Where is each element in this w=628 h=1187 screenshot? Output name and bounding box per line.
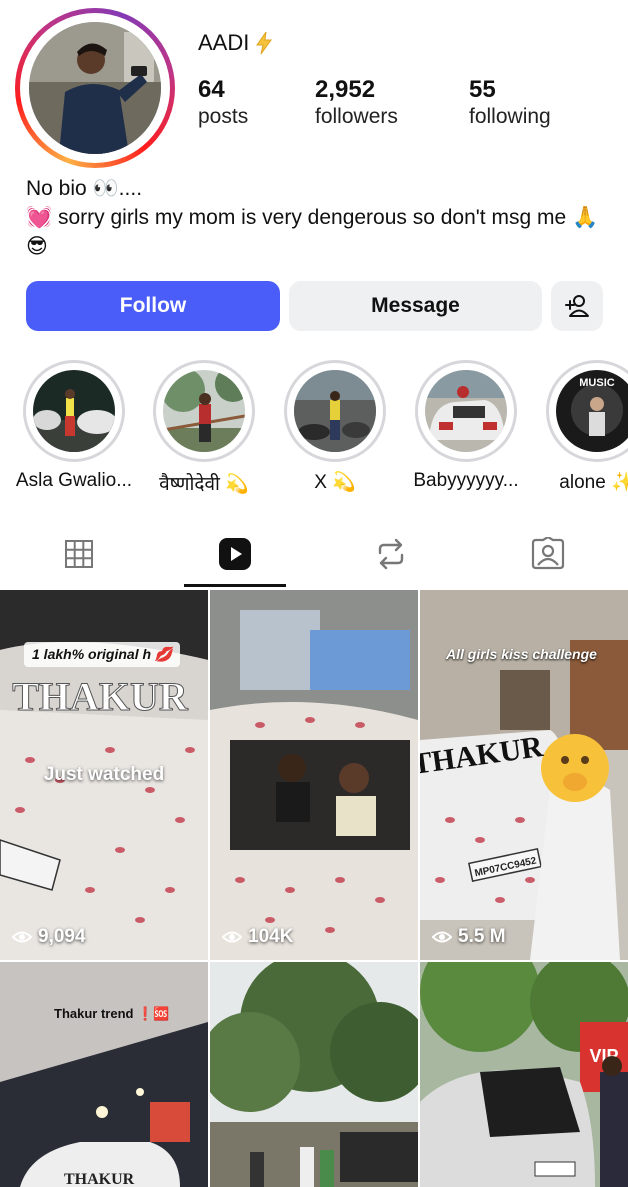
active-tab-indicator — [184, 584, 286, 587]
posts-count: 64 — [198, 76, 225, 103]
tab-tagged[interactable] — [497, 520, 599, 588]
highlight-cover — [425, 370, 507, 452]
highlight-label: X 💫 — [314, 472, 356, 493]
reel-views-count: 104K — [248, 926, 294, 947]
reel-tile[interactable]: VIP — [420, 962, 628, 1187]
avatar[interactable] — [29, 22, 161, 154]
highlight-cover — [163, 370, 245, 452]
reel-tile[interactable] — [210, 962, 418, 1187]
tab-reels[interactable] — [184, 520, 286, 588]
highlight-cover: MUSIC — [556, 370, 628, 452]
eye-icon — [432, 931, 452, 943]
avatar-photo — [29, 22, 161, 154]
reel-views-count: 5.5 M — [458, 926, 506, 947]
bio: No bio 👀.... 💓 sorry girls my mom is ver… — [26, 174, 606, 261]
bio-line-1: No bio 👀.... — [26, 177, 143, 200]
message-button[interactable]: Message — [289, 281, 542, 331]
reel-tile[interactable]: MP07CC9452 THAKUR All girls kiss challen… — [420, 590, 628, 960]
reel-overlay-text: 1 lakh% original h 💋 — [24, 642, 181, 667]
car-text: THAKUR — [12, 674, 189, 719]
reels-grid: THAKUR 1 lakh% original h 💋 Just watched… — [0, 590, 628, 1187]
following-count: 55 — [469, 76, 496, 103]
highlight-2[interactable]: वैष्णोदेवी 💫 — [144, 360, 264, 496]
stat-posts[interactable]: 64 posts — [198, 76, 248, 130]
highlight-label: वैष्णोदेवी 💫 — [159, 474, 249, 495]
reel-tile[interactable]: THAKUR Thakur trend ❗🆘 — [0, 962, 208, 1187]
username: AADI — [198, 30, 273, 56]
highlight-ring — [23, 360, 125, 462]
highlight-label: alone ✨ — [559, 472, 628, 493]
highlight-4[interactable]: Babyyyyyy... — [406, 360, 526, 492]
follow-button[interactable]: Follow — [26, 281, 280, 331]
grid-icon — [65, 540, 93, 568]
highlight-cover — [33, 370, 115, 452]
highlight-5[interactable]: MUSIC alone ✨ — [537, 360, 628, 494]
eye-icon — [222, 931, 242, 943]
stat-followers[interactable]: 2,952 followers — [315, 76, 398, 130]
highlight-ring: MUSIC — [546, 360, 628, 462]
lightning-icon — [256, 31, 273, 55]
reel-overlay-text: Thakur trend ❗🆘 — [54, 1006, 170, 1021]
reel-thumbnail: THAKUR — [0, 962, 208, 1187]
profile-avatar-ring[interactable] — [15, 8, 175, 168]
highlight-overlay-text: MUSIC — [579, 377, 615, 389]
reel-views: 9,094 — [12, 926, 86, 948]
highlight-label: Babyyyyyy... — [413, 470, 519, 491]
highlight-1[interactable]: Asla Gwalio... — [14, 360, 134, 492]
posts-label: posts — [198, 105, 249, 128]
reels-icon — [219, 538, 251, 570]
stat-following[interactable]: 55 following — [469, 76, 551, 130]
highlight-ring — [415, 360, 517, 462]
just-watched-label: Just watched — [43, 764, 165, 785]
highlight-cover — [294, 370, 376, 452]
followers-label: followers — [315, 105, 398, 128]
profile-tabs — [0, 520, 628, 588]
highlight-ring — [153, 360, 255, 462]
reposts-icon — [378, 538, 404, 570]
reel-tile[interactable]: 104K — [210, 590, 418, 960]
person-add-icon — [565, 295, 589, 317]
highlight-label: Asla Gwalio... — [15, 470, 133, 491]
tab-grid[interactable] — [28, 520, 130, 588]
username-text: AADI — [198, 30, 250, 55]
reel-views: 104K — [222, 926, 293, 948]
reel-tile[interactable]: THAKUR 1 lakh% original h 💋 Just watched… — [0, 590, 208, 960]
reel-thumbnail: VIP — [420, 962, 628, 1187]
reel-thumbnail — [210, 590, 418, 960]
followers-count: 2,952 — [315, 76, 376, 103]
car-text: THAKUR — [64, 1171, 135, 1187]
highlight-ring — [284, 360, 386, 462]
eye-icon — [12, 931, 32, 943]
tab-reposts[interactable] — [340, 520, 442, 588]
highlight-3[interactable]: X 💫 — [275, 360, 395, 494]
reel-views: 5.5 M — [432, 926, 506, 948]
tagged-icon — [531, 537, 565, 570]
reel-views-count: 9,094 — [38, 926, 86, 947]
reel-thumbnail — [210, 962, 418, 1187]
avatar-ring-gap — [20, 13, 170, 163]
suggest-users-button[interactable] — [551, 281, 603, 331]
bio-line-2: 💓 sorry girls my mom is very dengerous s… — [26, 206, 599, 258]
following-label: following — [469, 105, 551, 128]
reel-overlay-text: All girls kiss challenge — [446, 646, 597, 662]
